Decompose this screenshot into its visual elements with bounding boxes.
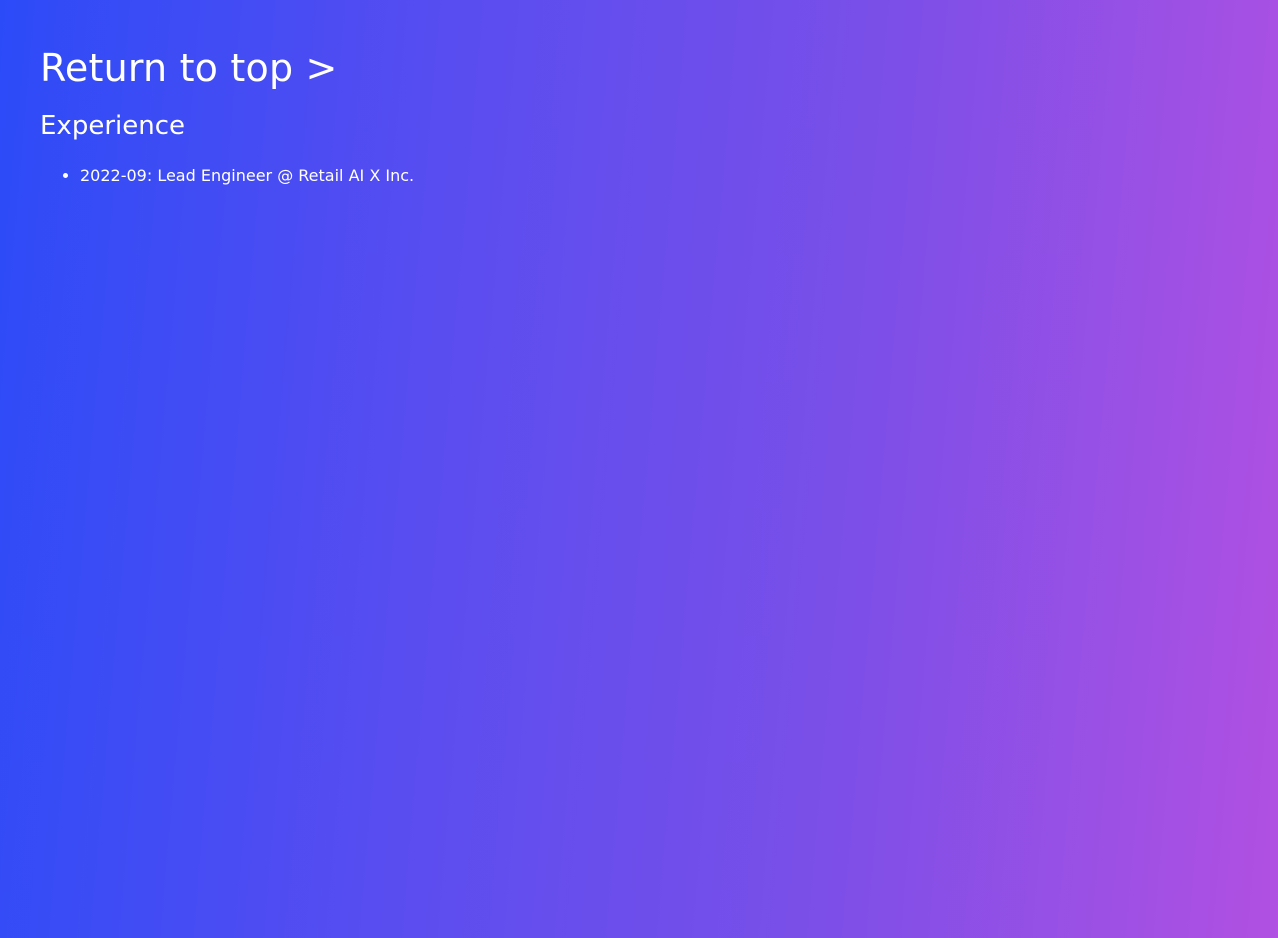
return-to-top-link[interactable]: Return to top > (40, 44, 338, 92)
experience-list: 2022-09: Lead Engineer @ Retail AI X Inc… (40, 164, 1238, 188)
experience-section-title: Experience (40, 111, 185, 141)
page-container: Return to top > Experience 2022-09: Lead… (0, 0, 1278, 188)
list-item: 2022-09: Lead Engineer @ Retail AI X Inc… (80, 164, 1238, 188)
